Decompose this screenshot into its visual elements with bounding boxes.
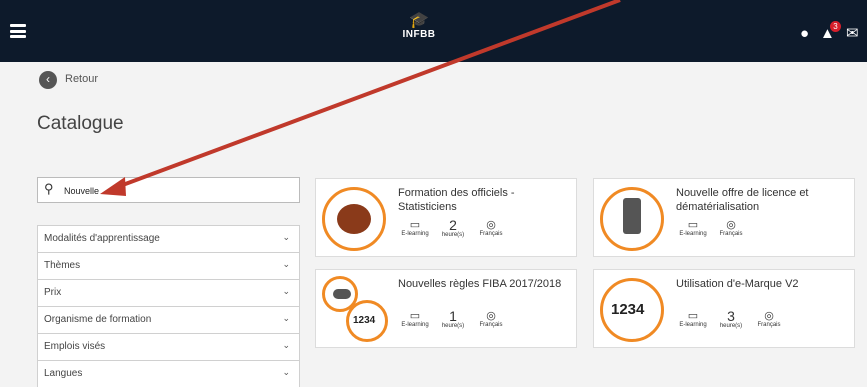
filter-organization[interactable]: Organisme de formation ⌄ <box>37 306 300 333</box>
numbers-thumbnail: 1234 <box>346 300 388 342</box>
globe-icon: ◎ <box>764 310 774 322</box>
globe-icon: ◎ <box>486 310 496 322</box>
globe-icon: ◎ <box>726 219 736 231</box>
course-title: Formation des officiels - Statisticiens <box>398 187 515 213</box>
search-box[interactable]: ⚲ <box>37 177 300 203</box>
filter-jobs[interactable]: Emplois visés ⌄ <box>37 333 300 360</box>
filter-themes[interactable]: Thèmes ⌄ <box>37 252 300 279</box>
course-title: Utilisation d'e-Marque V2 <box>676 278 799 290</box>
course-thumbnail: 1234 <box>600 278 664 342</box>
course-meta: ▭ E-learning 1 heure(s) ◎ Français <box>396 309 510 329</box>
laptop-icon: ▭ <box>687 219 699 231</box>
filter-price[interactable]: Prix ⌄ <box>37 279 300 306</box>
chevron-down-icon: ⌄ <box>282 259 290 269</box>
graduation-cap-icon: 🎓 <box>409 12 429 29</box>
course-card[interactable]: Formation des officiels - Statisticiens … <box>315 178 577 257</box>
numbers-icon: 1234 <box>611 301 645 318</box>
mail-icon[interactable]: ✉ <box>846 26 859 41</box>
chevron-left-icon: ‹ <box>39 71 57 89</box>
course-meta: ▭ E-learning 2 heure(s) ◎ Français <box>396 218 510 238</box>
globe-icon: ◎ <box>486 219 496 231</box>
course-title: Nouvelles règles FIBA 2017/2018 <box>398 278 562 290</box>
search-input[interactable] <box>62 182 286 200</box>
course-thumbnail <box>600 187 664 251</box>
menu-icon[interactable] <box>10 24 26 38</box>
course-card[interactable]: 1234 Nouvelles règles FIBA 2017/2018 ▭ E-… <box>315 269 577 348</box>
course-meta: ▭ E-learning 3 heure(s) ◎ Français <box>674 309 788 329</box>
chevron-down-icon: ⌄ <box>282 313 290 323</box>
chevron-down-icon: ⌄ <box>282 367 290 377</box>
laptop-icon: ▭ <box>409 219 421 231</box>
whistle-icon <box>333 289 351 299</box>
chevron-down-icon: ⌄ <box>282 286 290 296</box>
chevron-down-icon: ⌄ <box>282 340 290 350</box>
course-meta: ▭ E-learning ◎ Français <box>674 219 750 237</box>
course-card[interactable]: Nouvelle offre de licence et dématériali… <box>593 178 855 257</box>
basketball-icon <box>337 204 371 234</box>
laptop-icon: ▭ <box>409 310 421 322</box>
smartphone-icon <box>623 198 641 234</box>
numbers-icon: 1234 <box>353 315 376 326</box>
page-title: Catalogue <box>37 113 124 134</box>
filter-list: Modalités d'apprentissage ⌄ Thèmes ⌄ Prix ⌄… <box>37 225 300 387</box>
course-title: Nouvelle offre de licence et dématériali… <box>676 187 809 213</box>
filter-learning-mode[interactable]: Modalités d'apprentissage ⌄ <box>37 225 300 252</box>
course-card[interactable]: 1234 Utilisation d'e-Marque V2 ▭ E-learni… <box>593 269 855 348</box>
chat-icon[interactable]: ● <box>800 26 809 41</box>
notification-badge: 3 <box>830 21 841 32</box>
top-bar: 🎓 INFBB ● ▲ 3 ✉ <box>0 0 867 62</box>
laptop-icon: ▭ <box>687 310 699 322</box>
infbb-logo[interactable]: 🎓 INFBB <box>401 13 437 49</box>
search-icon: ⚲ <box>44 181 54 196</box>
chevron-down-icon: ⌄ <box>282 232 290 242</box>
course-thumbnail <box>322 187 386 251</box>
